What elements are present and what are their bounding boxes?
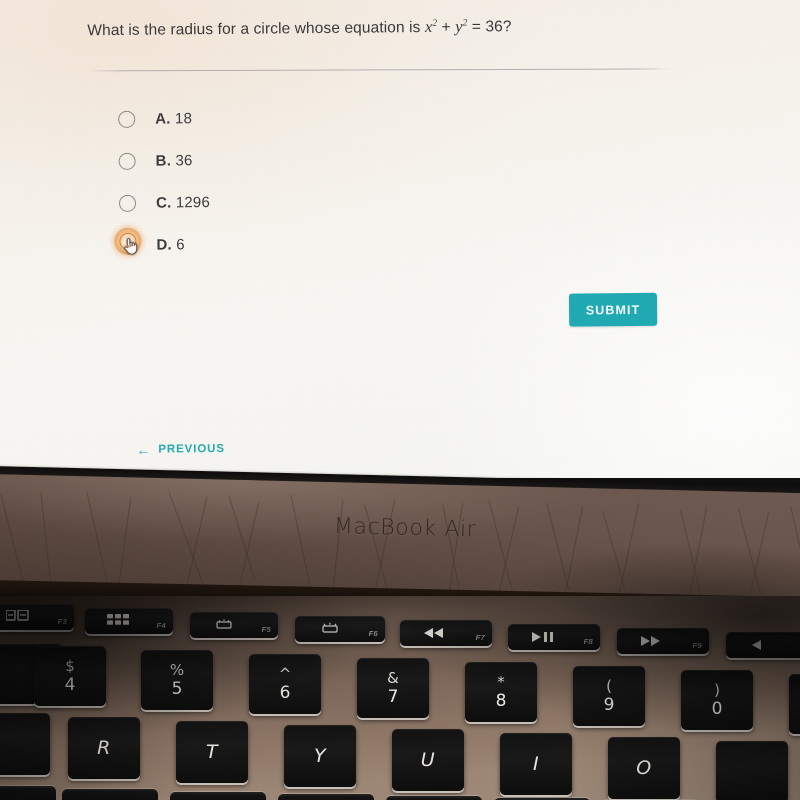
option-letter-b: B. [155, 151, 172, 170]
key-7[interactable]: & 7 [357, 658, 429, 718]
key-8-digit: 8 [495, 690, 507, 711]
key-p[interactable] [716, 741, 788, 800]
key-partial-4[interactable] [278, 794, 374, 800]
question-prefix: What is the radius for a circle whose eq… [87, 18, 425, 40]
key-r-label: R [97, 737, 111, 759]
key-o[interactable]: O [608, 737, 680, 799]
radio-button-c[interactable] [118, 194, 137, 212]
key-t-label: T [205, 741, 219, 763]
option-label-a: A. 18 [155, 110, 192, 127]
key-5-digit: 5 [171, 678, 183, 699]
option-value-b: 36 [175, 151, 193, 169]
key-f6[interactable]: F6 [295, 616, 385, 642]
keyboard-brightness-up-icon [322, 622, 338, 633]
key-t[interactable]: T [176, 721, 248, 783]
key-y[interactable]: Y [284, 725, 356, 787]
key-u-label: U [420, 749, 436, 771]
key-f7[interactable]: F7 [400, 620, 492, 646]
option-row-d[interactable]: D. 6 [114, 220, 539, 266]
key-6[interactable]: ^ 6 [249, 654, 321, 714]
key-4-digit: 4 [64, 674, 76, 695]
question-divider [87, 68, 672, 72]
key-f10[interactable] [726, 632, 800, 658]
key-9-symbol: ( [606, 676, 612, 695]
key-partial-5[interactable] [386, 796, 482, 800]
radio-button-b[interactable] [118, 152, 136, 170]
key-4-symbol: $ [65, 656, 75, 675]
option-value-d: 6 [176, 235, 185, 253]
option-letter-d: D. [156, 235, 172, 254]
key-9[interactable]: ( 9 [573, 666, 645, 726]
keyboard-deck: F3 F4 F5 F6 F7 F8 F9 $ 4 % 5 ^ 6 & 7 * 8… [0, 596, 800, 800]
quiz-page: What is the radius for a circle whose eq… [0, 0, 800, 478]
key-8[interactable]: * 8 [465, 662, 537, 722]
photo-of-laptop-screen: What is the radius for a circle whose eq… [0, 0, 800, 800]
key-partial-3[interactable] [170, 792, 266, 800]
laptop-screen: What is the radius for a circle whose eq… [0, 0, 800, 478]
submit-button[interactable]: SUBMIT [568, 292, 658, 327]
key-f9[interactable]: F9 [617, 628, 709, 654]
key-f3[interactable]: F3 [0, 604, 74, 630]
key-f9-label: F9 [692, 641, 702, 650]
key-6-symbol: ^ [278, 664, 292, 683]
option-label-c: C. 1296 [156, 194, 210, 212]
question-plus: + [437, 18, 456, 36]
option-row-a[interactable]: A. 18 [118, 94, 538, 140]
option-row-b[interactable]: B. 36 [118, 136, 538, 182]
key-f4-label: F4 [156, 621, 166, 630]
fast-forward-icon [641, 636, 660, 646]
option-letter-a: A. [155, 109, 171, 128]
volume-down-icon [752, 640, 761, 650]
key-6-digit: 6 [279, 682, 291, 703]
question-text: What is the radius for a circle whose eq… [87, 14, 707, 41]
launchpad-icon [107, 614, 129, 625]
option-label-b: B. 36 [156, 152, 193, 169]
key-5[interactable]: % 5 [141, 650, 213, 710]
option-letter-c: C. [155, 193, 172, 212]
keyboard-brightness-down-icon [216, 619, 232, 629]
key-o-label: O [636, 757, 652, 779]
key-partial-1[interactable] [0, 786, 56, 800]
key-0[interactable]: ) 0 [681, 670, 753, 730]
radio-button-a[interactable] [118, 110, 136, 128]
key-f5-label: F5 [261, 625, 271, 634]
key-5-symbol: % [169, 660, 185, 679]
key-f8[interactable]: F8 [508, 624, 600, 650]
key-r[interactable]: R [68, 717, 140, 779]
key-7-digit: 7 [387, 686, 399, 707]
rewind-icon [424, 628, 443, 638]
hand-pointer-icon [124, 238, 138, 255]
key-partial-2[interactable] [62, 789, 158, 800]
key-e[interactable] [0, 713, 50, 775]
option-label-d: D. 6 [156, 236, 184, 253]
key-f6-label: F6 [368, 629, 378, 638]
key-7-symbol: & [387, 668, 399, 687]
key-i-label: I [532, 753, 540, 775]
option-value-a: 18 [174, 109, 193, 127]
play-pause-icon [532, 632, 553, 642]
option-row-c[interactable]: C. 1296 [118, 178, 539, 224]
key-4[interactable]: $ 4 [34, 646, 106, 706]
previous-link-label: PREVIOUS [158, 442, 225, 456]
key-8-symbol: * [497, 672, 505, 691]
option-value-c: 1296 [175, 193, 211, 211]
answer-options-list: A. 18 B. 36 C. 1296 D. 6 [114, 94, 540, 266]
key-minus[interactable] [789, 674, 800, 734]
left-arrow-icon: ← [136, 441, 152, 458]
question-equals: = 36? [467, 18, 512, 36]
previous-link[interactable]: ← PREVIOUS [136, 441, 225, 458]
key-f7-label: F7 [475, 633, 485, 642]
mission-control-icon [6, 610, 29, 621]
key-u[interactable]: U [392, 729, 464, 791]
key-y-label: Y [313, 745, 327, 767]
key-f5[interactable]: F5 [190, 612, 278, 638]
key-f8-label: F8 [583, 637, 593, 646]
key-0-digit: 0 [711, 698, 723, 719]
key-0-symbol: ) [714, 680, 720, 699]
key-f3-label: F3 [57, 617, 67, 626]
key-i[interactable]: I [500, 733, 572, 795]
key-9-digit: 9 [603, 694, 615, 715]
key-f4[interactable]: F4 [85, 608, 173, 634]
